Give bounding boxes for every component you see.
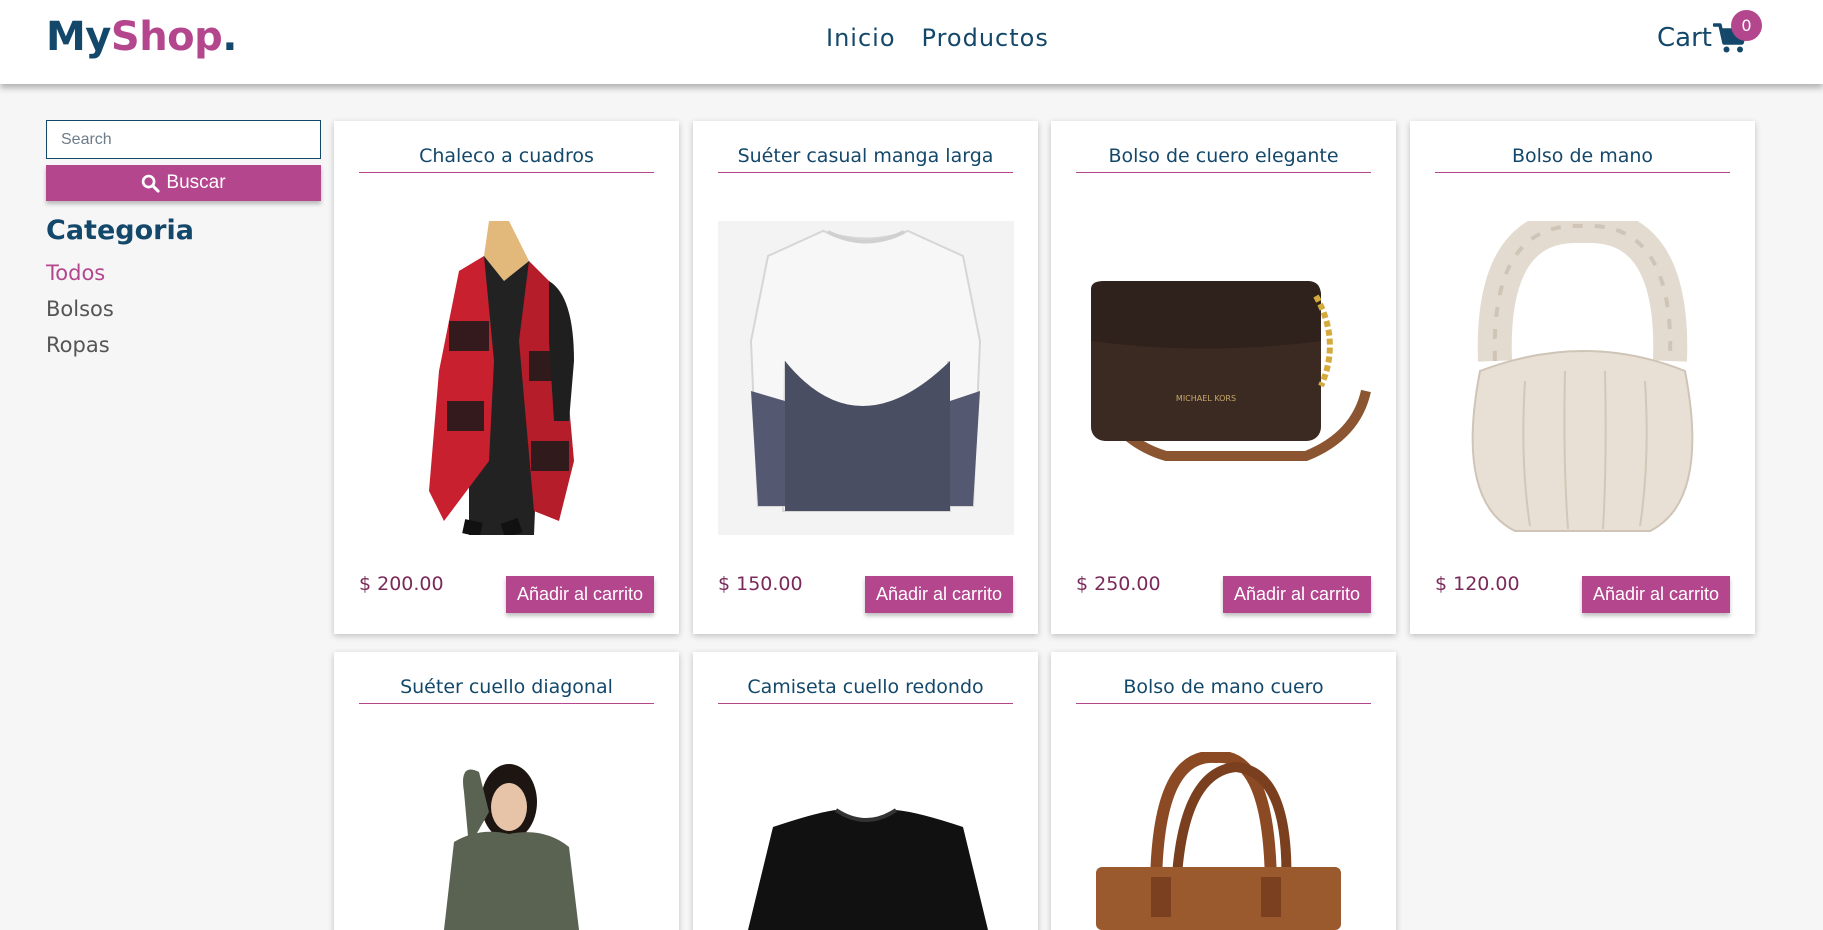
- product-card: Camiseta cuello redondo: [693, 652, 1038, 930]
- category-item-bolsos[interactable]: Bolsos: [46, 294, 114, 330]
- product-price: $ 250.00: [1076, 573, 1161, 595]
- nav-inicio[interactable]: Inicio: [826, 24, 896, 52]
- product-price: $ 200.00: [359, 573, 444, 595]
- product-card: Bolso de cuero elegante MICHAEL KORS $ 2…: [1051, 121, 1396, 634]
- svg-text:MICHAEL KORS: MICHAEL KORS: [1176, 394, 1236, 403]
- product-title: Camiseta cuello redondo: [718, 676, 1013, 704]
- product-title: Suéter cuello diagonal: [359, 676, 654, 704]
- product-card: Bolso de mano cuero: [1051, 652, 1396, 930]
- product-image-casual-sweater[interactable]: [718, 221, 1014, 535]
- add-to-cart-button[interactable]: Añadir al carrito: [865, 576, 1013, 613]
- nav-productos[interactable]: Productos: [922, 24, 1049, 52]
- search-button[interactable]: Buscar: [46, 165, 321, 201]
- main-nav: Inicio Productos: [826, 24, 1049, 52]
- cart-button[interactable]: Cart 0: [1657, 10, 1762, 54]
- category-title: Categoria: [46, 215, 194, 246]
- product-card: Bolso de mano $ 120.00 Añadir al carrito: [1410, 121, 1755, 634]
- add-to-cart-button[interactable]: Añadir al carrito: [1582, 576, 1730, 613]
- cart-count-badge: 0: [1731, 10, 1762, 41]
- product-card: Suéter cuello diagonal: [334, 652, 679, 930]
- category-item-ropas[interactable]: Ropas: [46, 330, 114, 366]
- product-image-diagonal-sweater[interactable]: [359, 752, 655, 930]
- product-title: Bolso de mano cuero: [1076, 676, 1371, 704]
- category-list: Todos Bolsos Ropas: [46, 258, 114, 366]
- search-icon: [142, 174, 161, 193]
- add-to-cart-button[interactable]: Añadir al carrito: [1223, 576, 1371, 613]
- site-header: MyShop. Inicio Productos Cart 0: [0, 0, 1823, 84]
- product-title: Bolso de cuero elegante: [1076, 145, 1371, 173]
- product-title: Suéter casual manga larga: [718, 145, 1013, 173]
- product-image-handbag[interactable]: [1435, 221, 1731, 535]
- product-image-plaid-vest[interactable]: [359, 221, 655, 535]
- product-card: Chaleco a cuadros $ 200.00 Añadir al car…: [334, 121, 679, 634]
- search-input[interactable]: [46, 120, 321, 159]
- add-to-cart-button[interactable]: Añadir al carrito: [506, 576, 654, 613]
- product-image-black-tshirt[interactable]: [718, 752, 1014, 930]
- logo[interactable]: MyShop.: [46, 14, 237, 60]
- product-card: Suéter casual manga larga $ 150.00 Añadi…: [693, 121, 1038, 634]
- search-button-label: Buscar: [166, 172, 226, 193]
- product-image-leather-bag[interactable]: MICHAEL KORS: [1076, 221, 1372, 535]
- product-image-leather-handbag[interactable]: [1076, 752, 1372, 930]
- product-price: $ 120.00: [1435, 573, 1520, 595]
- product-title: Bolso de mano: [1435, 145, 1730, 173]
- category-item-todos[interactable]: Todos: [46, 258, 114, 294]
- product-price: $ 150.00: [718, 573, 803, 595]
- product-title: Chaleco a cuadros: [359, 145, 654, 173]
- cart-label: Cart: [1657, 23, 1712, 53]
